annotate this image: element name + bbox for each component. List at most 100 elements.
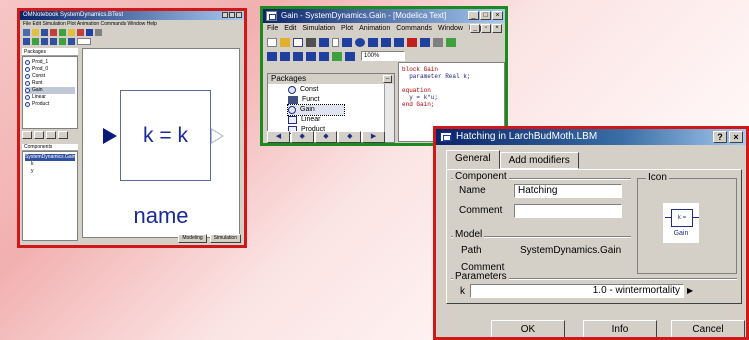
zoom-select[interactable]: 100% bbox=[361, 51, 405, 61]
connect-icon[interactable] bbox=[32, 38, 39, 45]
component-item[interactable]: y bbox=[25, 168, 75, 175]
zoom-icon[interactable] bbox=[68, 38, 75, 45]
polygon-icon[interactable] bbox=[368, 37, 378, 47]
tree-item[interactable]: Funct bbox=[288, 95, 394, 105]
child-minimize-button[interactable]: _ bbox=[470, 24, 480, 33]
rectangle-icon[interactable] bbox=[342, 37, 352, 47]
search-icon[interactable] bbox=[293, 37, 303, 47]
connect-icon[interactable] bbox=[293, 51, 303, 61]
line-color-icon[interactable] bbox=[407, 37, 417, 47]
menu-animation[interactable]: Animation bbox=[359, 23, 390, 35]
gain-block[interactable]: k = k bbox=[120, 90, 211, 181]
nav-prev-button[interactable]: ◆ bbox=[290, 131, 314, 143]
minimize-button[interactable]: _ bbox=[468, 11, 479, 20]
cut-icon[interactable] bbox=[50, 29, 57, 36]
help-pointer-icon[interactable] bbox=[319, 37, 329, 47]
menu-plot[interactable]: Plot bbox=[341, 23, 353, 35]
select-icon[interactable] bbox=[23, 38, 30, 45]
text-icon[interactable] bbox=[381, 37, 391, 47]
nav-last-button[interactable]: ▶ bbox=[362, 131, 385, 143]
close-button[interactable] bbox=[236, 12, 242, 18]
paste-icon[interactable] bbox=[68, 29, 75, 36]
new-icon[interactable] bbox=[23, 29, 30, 36]
window1-titlebar[interactable]: OMNotebook SystemDynamics.BTest bbox=[20, 11, 244, 20]
menu-simulation[interactable]: Simulation bbox=[302, 23, 335, 35]
ok-button[interactable]: OK bbox=[491, 320, 565, 337]
menu-commands[interactable]: Commands bbox=[396, 23, 432, 35]
package-item[interactable]: Const bbox=[25, 73, 75, 80]
save-icon[interactable] bbox=[41, 29, 48, 36]
nav-next-button[interactable] bbox=[46, 131, 56, 139]
rotate-icon[interactable] bbox=[306, 51, 316, 61]
select-icon[interactable] bbox=[267, 51, 277, 61]
menu-window[interactable]: Window bbox=[438, 23, 463, 35]
input-port-icon[interactable] bbox=[103, 128, 117, 144]
child-close-button[interactable]: × bbox=[492, 24, 502, 33]
shape-icon[interactable] bbox=[95, 29, 102, 36]
ellipse-icon[interactable] bbox=[50, 38, 57, 45]
tree-item[interactable]: Const bbox=[288, 85, 394, 95]
diamond-icon[interactable] bbox=[280, 51, 290, 61]
text-icon[interactable] bbox=[77, 29, 84, 36]
cancel-button[interactable]: Cancel bbox=[671, 320, 745, 337]
modeling-button[interactable]: Modeling bbox=[178, 234, 207, 243]
simulation-button[interactable]: Simulation bbox=[209, 234, 241, 243]
minimize-button[interactable] bbox=[222, 12, 228, 18]
close-button[interactable]: × bbox=[729, 131, 743, 143]
maximize-button[interactable]: □ bbox=[480, 11, 491, 20]
tree-scrollbar[interactable] bbox=[384, 84, 394, 142]
nav-up-button[interactable]: ◆ bbox=[314, 131, 338, 143]
open-folder-icon[interactable] bbox=[280, 37, 290, 47]
info-button[interactable]: Info bbox=[583, 320, 657, 337]
dialog-titlebar[interactable]: Hatching in LarchBudMoth.LBM ? × bbox=[436, 129, 746, 145]
copy-icon[interactable] bbox=[59, 29, 66, 36]
line-icon[interactable] bbox=[332, 37, 339, 47]
parameter-menu-arrow-icon[interactable]: ▶ bbox=[687, 286, 693, 295]
component-item[interactable]: SystemDynamics.Gain bbox=[25, 154, 76, 161]
ellipse-icon[interactable] bbox=[355, 37, 365, 47]
diagram-canvas[interactable]: k = k name bbox=[82, 48, 240, 238]
open-icon[interactable] bbox=[32, 29, 39, 36]
line-icon[interactable] bbox=[86, 29, 93, 36]
package-item[interactable]: Prod_0 bbox=[25, 66, 75, 73]
collapse-button[interactable]: – bbox=[383, 75, 392, 83]
tab-add-modifiers[interactable]: Add modifiers bbox=[499, 152, 579, 169]
package-item[interactable]: Runt bbox=[25, 80, 75, 87]
nav-first-button[interactable] bbox=[22, 131, 32, 139]
nav-first-button[interactable]: ◀ bbox=[267, 131, 290, 143]
flip-icon[interactable] bbox=[319, 51, 329, 61]
table-icon[interactable] bbox=[345, 51, 355, 61]
maximize-button[interactable] bbox=[229, 12, 235, 18]
package-item[interactable]: Product bbox=[25, 101, 75, 108]
nav-last-button[interactable] bbox=[58, 131, 68, 139]
component-item[interactable]: k bbox=[25, 161, 75, 168]
nav-prev-button[interactable] bbox=[34, 131, 44, 139]
tree-item[interactable]: Linear bbox=[288, 115, 394, 125]
package-item[interactable]: Prod_1 bbox=[25, 59, 75, 66]
window1-menubar[interactable]: File Edit Simulation Plot Animation Comm… bbox=[20, 20, 244, 28]
comment-field[interactable] bbox=[514, 204, 622, 218]
window2-titlebar[interactable]: Gain - SystemDynamics.Gain - [Modelica T… bbox=[263, 9, 505, 23]
parameter-value-field[interactable]: 1.0 - wintermortality bbox=[470, 284, 684, 298]
tab-general[interactable]: General bbox=[446, 150, 500, 169]
name-field[interactable]: Hatching bbox=[514, 184, 622, 198]
check-icon[interactable] bbox=[446, 37, 456, 47]
new-file-icon[interactable] bbox=[267, 37, 277, 47]
print-icon[interactable] bbox=[306, 37, 316, 47]
tree-item-selected[interactable]: Gain bbox=[287, 104, 345, 116]
polygon-icon[interactable] bbox=[59, 38, 66, 45]
close-button[interactable]: × bbox=[492, 11, 503, 20]
library-icon[interactable] bbox=[332, 51, 342, 61]
menu-file[interactable]: File bbox=[267, 23, 278, 35]
child-restore-button[interactable]: ▫ bbox=[481, 24, 491, 33]
grid-icon[interactable] bbox=[433, 37, 443, 47]
menu-edit[interactable]: Edit bbox=[284, 23, 296, 35]
output-port-icon[interactable] bbox=[211, 128, 224, 144]
package-item-selected[interactable]: Gain bbox=[25, 87, 75, 94]
image-icon[interactable] bbox=[394, 37, 404, 47]
help-button[interactable]: ? bbox=[713, 131, 727, 143]
fill-color-icon[interactable] bbox=[420, 37, 430, 47]
nav-next-button[interactable]: ◆ bbox=[338, 131, 362, 143]
rect-icon[interactable] bbox=[41, 38, 48, 45]
package-item[interactable]: Linear bbox=[25, 94, 75, 101]
